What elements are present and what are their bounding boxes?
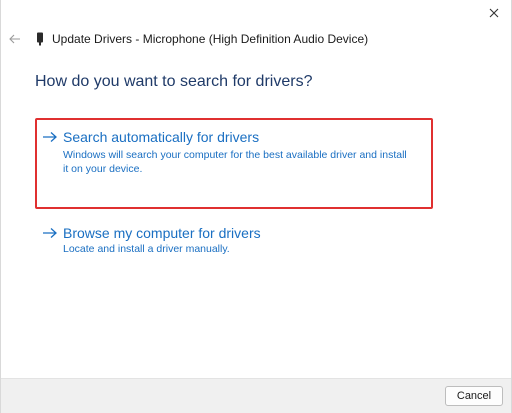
dialog-titlebar: Update Drivers - Microphone (High Defini…: [1, 28, 368, 50]
device-icon: [33, 31, 47, 47]
right-arrow-icon: [41, 225, 59, 241]
close-icon: [489, 8, 499, 18]
right-arrow-icon: [41, 129, 59, 145]
search-automatically-title[interactable]: Search automatically for drivers: [63, 129, 259, 145]
browse-computer-option[interactable]: Browse my computer for drivers Locate an…: [35, 223, 433, 263]
search-automatically-description: Windows will search your computer for th…: [63, 149, 407, 175]
dialog-title: Update Drivers - Microphone (High Defini…: [52, 32, 369, 46]
cancel-button[interactable]: Cancel: [445, 386, 503, 406]
page-heading: How do you want to search for drivers?: [35, 73, 313, 90]
dialog-footer: Cancel: [1, 378, 511, 413]
update-drivers-dialog: Update Drivers - Microphone (High Defini…: [0, 0, 512, 413]
back-button[interactable]: [5, 29, 25, 49]
search-automatically-option[interactable]: Search automatically for drivers Windows…: [35, 118, 433, 209]
close-button[interactable]: [483, 4, 505, 22]
browse-computer-description: Locate and install a driver manually.: [63, 243, 230, 255]
browse-computer-title[interactable]: Browse my computer for drivers: [63, 225, 261, 241]
back-arrow-icon: [9, 34, 20, 44]
